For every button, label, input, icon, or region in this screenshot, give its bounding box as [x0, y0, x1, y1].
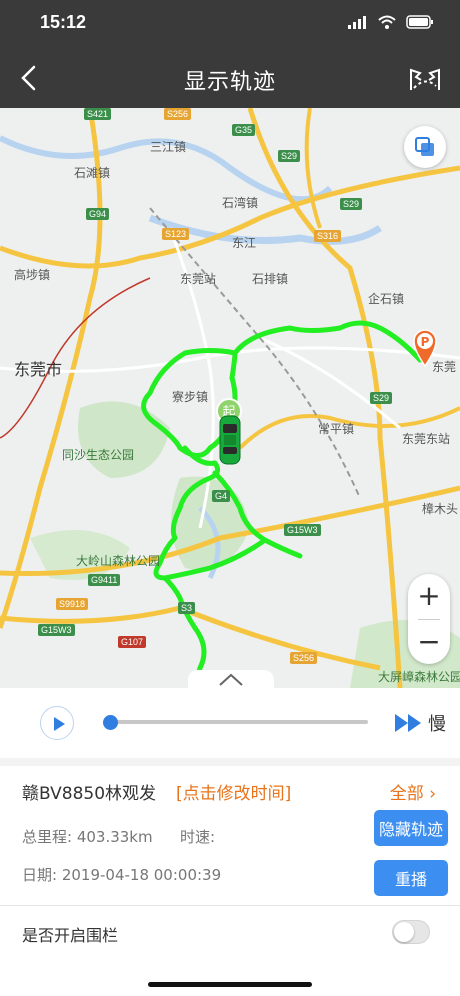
- signal-icon: [348, 16, 366, 29]
- battery-icon: [406, 15, 433, 29]
- road-badge: G94: [86, 208, 110, 220]
- layers-icon: [415, 137, 434, 156]
- map-label-changping: 常平镇: [318, 422, 355, 436]
- road-badge: S29: [278, 150, 301, 162]
- page-title: 显示轨迹: [183, 70, 276, 95]
- hide-track-button[interactable]: 隐藏轨迹: [374, 810, 448, 846]
- road-badge: S9918: [56, 598, 89, 610]
- road-badge: G15W3: [284, 524, 321, 536]
- track-flag-icon[interactable]: [408, 64, 442, 94]
- fence-label: 是否开启围栏: [22, 926, 119, 945]
- speed-label[interactable]: 慢: [428, 710, 446, 736]
- map-label-daling-park: 大岭山森林公园: [76, 554, 161, 568]
- panel-collapse-handle[interactable]: [188, 670, 274, 692]
- road-badge: G9411: [88, 574, 121, 586]
- toggle-knob: [394, 922, 414, 942]
- play-button[interactable]: [40, 706, 74, 740]
- date-text: 日期: 2019-04-18 00:00:39: [22, 866, 222, 884]
- map-label-dongjiang: 东江: [232, 236, 257, 250]
- map-label-qishi: 企石镇: [368, 292, 405, 306]
- play-icon: [54, 717, 65, 731]
- playback-slider[interactable]: [110, 720, 368, 724]
- status-icons: [348, 15, 434, 29]
- divider: [0, 758, 460, 766]
- map-label-shixia: 石湾镇: [222, 196, 259, 210]
- zoom-control: + −: [408, 574, 450, 664]
- map-label-gaobu: 高埗镇: [14, 268, 51, 282]
- all-link[interactable]: 全部 ›: [390, 779, 436, 804]
- wifi-icon: [378, 15, 396, 29]
- map-layer-button[interactable]: [404, 126, 446, 168]
- map-label-dongguan-east-station: 东莞东站: [402, 432, 451, 446]
- road-badge: S256: [164, 108, 192, 120]
- road-badge: G35: [232, 124, 256, 136]
- map-label-tongsha-park: 同沙生态公园: [62, 448, 135, 462]
- map-label-zhangmutou: 樟木头: [422, 502, 459, 516]
- map-label-shitan: 石滩镇: [74, 166, 111, 180]
- edit-time-link[interactable]: [点击修改时间]: [176, 779, 291, 804]
- nav-bar: 显示轨迹: [0, 48, 460, 108]
- speed-text: 时速:: [180, 828, 216, 846]
- parking-marker-label: P: [421, 335, 430, 349]
- map-label-sanjiang: 三江镇: [150, 140, 187, 154]
- map-label-liaobu: 寮步镇: [172, 390, 209, 404]
- vehicle-plate: 赣BV8850林观发: [22, 784, 157, 804]
- mileage-text: 总里程: 403.33km: [22, 828, 153, 846]
- divider: [0, 905, 460, 906]
- road-badge: S29: [340, 198, 363, 210]
- map-label-dapingzhang-park: 大屏嶂森林公园: [378, 670, 460, 684]
- status-time: 15:12: [40, 12, 87, 32]
- car-icon[interactable]: [218, 414, 242, 466]
- playback-slider-handle[interactable]: [103, 715, 118, 730]
- map-label-dongguan-city: 东莞市: [14, 360, 63, 379]
- road-badge: S316: [314, 230, 342, 242]
- road-badge: S3: [178, 602, 196, 614]
- all-link-label: 全部: [389, 784, 424, 804]
- road-badge: S256: [290, 652, 318, 664]
- status-bar: 15:12: [0, 0, 460, 48]
- road-badge: S123: [162, 228, 190, 240]
- road-badge: S421: [84, 108, 112, 120]
- home-indicator: [148, 982, 312, 987]
- fence-toggle[interactable]: [392, 920, 430, 944]
- chevron-up-icon: [219, 673, 243, 686]
- road-badge: G15W3: [38, 624, 75, 636]
- zoom-in-button[interactable]: +: [408, 574, 450, 618]
- replay-button[interactable]: 重播: [374, 860, 448, 896]
- road-badge: G4: [212, 490, 231, 502]
- map-label-dongguan-station: 东莞站: [180, 272, 217, 286]
- road-badge: S29: [370, 392, 393, 404]
- fast-forward-icon[interactable]: [394, 712, 424, 734]
- map-label-shipai: 石排镇: [252, 272, 289, 286]
- zoom-out-button[interactable]: −: [408, 620, 450, 664]
- road-badge: G107: [118, 636, 147, 648]
- map-view[interactable]: 三江镇 石滩镇 石湾镇 高埗镇 东莞站 石排镇 企石镇 东莞市 寮步镇 常平镇 …: [0, 108, 460, 688]
- parking-marker-icon[interactable]: P: [410, 326, 440, 368]
